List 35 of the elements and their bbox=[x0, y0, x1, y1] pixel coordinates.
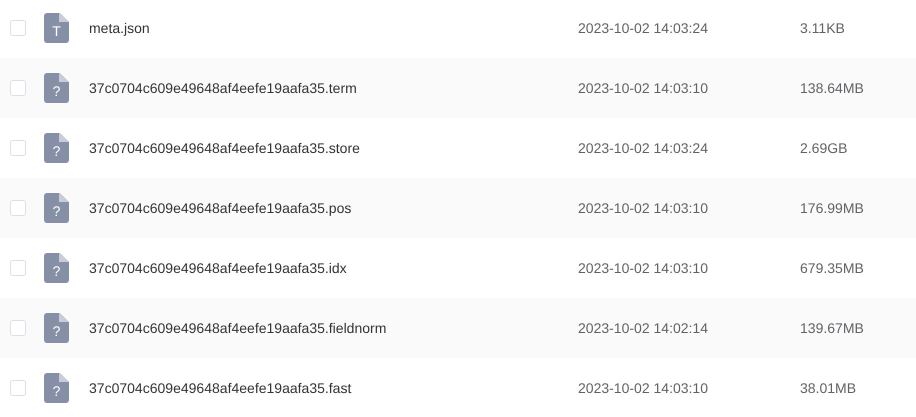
modified-date: 2023-10-02 14:03:10 bbox=[578, 380, 709, 396]
file-icon: ? bbox=[44, 133, 69, 163]
file-size: 2.69GB bbox=[800, 140, 848, 156]
modified-date: 2023-10-02 14:03:10 bbox=[578, 200, 709, 216]
file-name[interactable]: 37c0704c609e49648af4eefe19aafa35.store bbox=[89, 140, 578, 156]
checkbox[interactable] bbox=[10, 260, 26, 276]
checkbox[interactable] bbox=[10, 140, 26, 156]
modified-date: 2023-10-02 14:03:24 bbox=[578, 20, 709, 36]
file-name[interactable]: 37c0704c609e49648af4eefe19aafa35.idx bbox=[89, 260, 578, 276]
file-size: 138.64MB bbox=[800, 80, 864, 96]
file-name[interactable]: 37c0704c609e49648af4eefe19aafa35.pos bbox=[89, 200, 578, 216]
file-size: 679.35MB bbox=[800, 260, 864, 276]
file-name[interactable]: 37c0704c609e49648af4eefe19aafa35.fieldnorm bbox=[89, 320, 578, 336]
file-size: 176.99MB bbox=[800, 200, 864, 216]
checkbox[interactable] bbox=[10, 380, 26, 396]
file-icon: ? bbox=[44, 373, 69, 403]
file-name[interactable]: meta.json bbox=[89, 20, 578, 36]
checkbox[interactable] bbox=[10, 320, 26, 336]
file-size: 38.01MB bbox=[800, 380, 856, 396]
modified-date: 2023-10-02 14:02:14 bbox=[578, 320, 709, 336]
modified-date: 2023-10-02 14:03:24 bbox=[578, 140, 709, 156]
checkbox[interactable] bbox=[10, 200, 26, 216]
file-name[interactable]: 37c0704c609e49648af4eefe19aafa35.term bbox=[89, 80, 578, 96]
file-name[interactable]: 37c0704c609e49648af4eefe19aafa35.fast bbox=[89, 380, 578, 396]
modified-date: 2023-10-02 14:03:10 bbox=[578, 80, 709, 96]
checkbox[interactable] bbox=[10, 80, 26, 96]
file-icon: ? bbox=[44, 193, 69, 223]
checkbox[interactable] bbox=[10, 20, 26, 36]
file-size: 3.11KB bbox=[800, 20, 845, 36]
file-icon: T bbox=[44, 13, 69, 43]
file-icon: ? bbox=[44, 73, 69, 103]
file-size: 139.67MB bbox=[800, 320, 864, 336]
modified-date: 2023-10-02 14:03:10 bbox=[578, 260, 709, 276]
file-icon: ? bbox=[44, 253, 69, 283]
file-icon: ? bbox=[44, 313, 69, 343]
